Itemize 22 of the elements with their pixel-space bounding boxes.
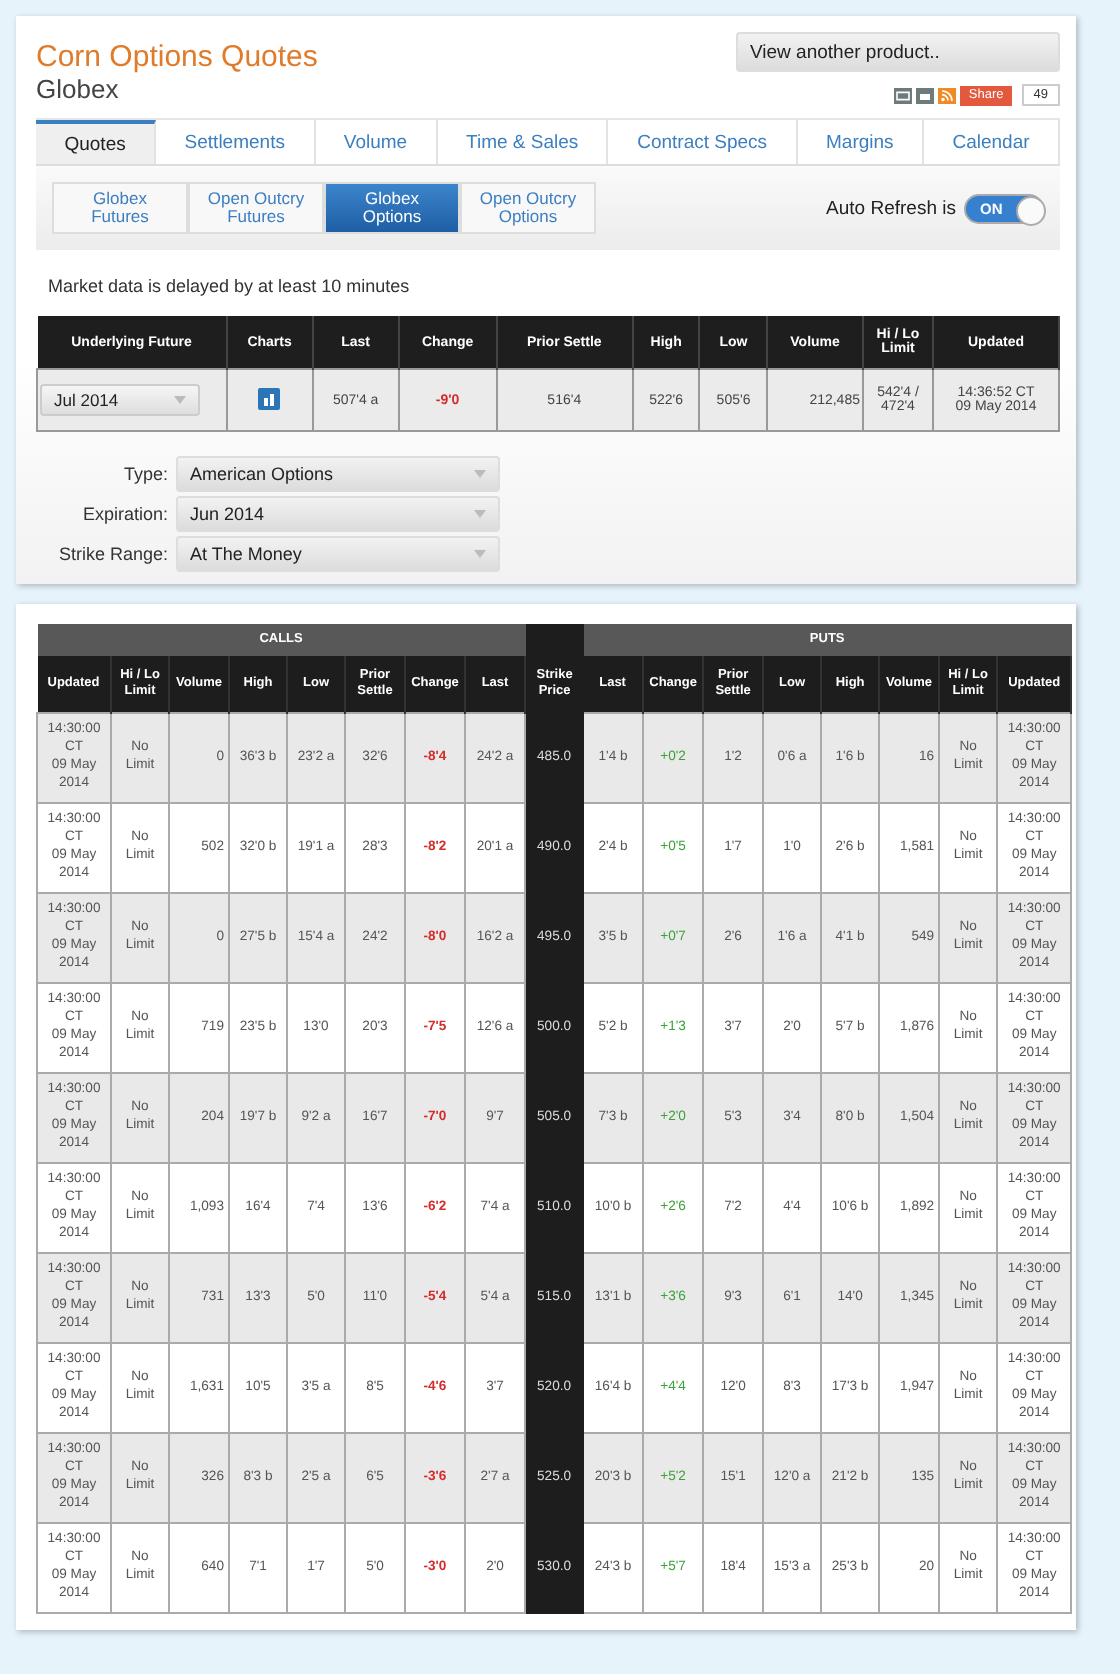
subtab[interactable]: Globex Futures xyxy=(52,182,188,234)
caret-icon xyxy=(174,396,186,404)
subtab[interactable]: Open Outcry Options xyxy=(460,182,596,234)
month-select[interactable]: Jul 2014 xyxy=(40,384,200,416)
rss-icon[interactable] xyxy=(938,87,957,103)
filter-label: Expiration: xyxy=(80,504,168,524)
filter-label: Strike Range: xyxy=(56,544,168,564)
filter-select[interactable]: At The Money xyxy=(176,536,500,572)
filter-label: Type: xyxy=(121,464,168,484)
caret-icon xyxy=(474,550,486,558)
caret-icon xyxy=(474,470,486,478)
subtab[interactable]: Open Outcry Futures xyxy=(188,182,324,234)
filter-select[interactable]: Jun 2014 xyxy=(176,496,500,532)
product-select[interactable]: View another product.. xyxy=(736,32,1060,72)
filter-select[interactable]: American Options xyxy=(176,456,500,492)
exchange-subtitle: Globex xyxy=(36,74,121,104)
caret-icon xyxy=(474,510,486,518)
page-title: Corn Options Quotes xyxy=(36,40,318,74)
subtab[interactable]: Globex Options xyxy=(324,182,460,234)
auto-refresh-label: Auto Refresh is xyxy=(826,197,956,219)
tab[interactable]: Quotes xyxy=(36,120,157,164)
chart-icon[interactable] xyxy=(258,387,281,409)
